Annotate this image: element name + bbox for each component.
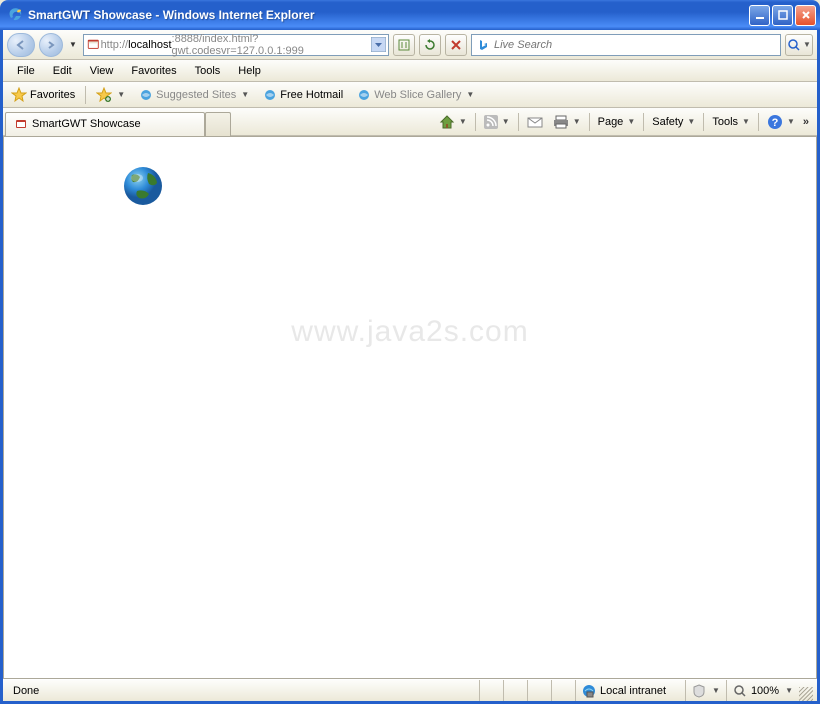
- print-button[interactable]: ▼: [549, 113, 585, 131]
- ie-page-icon: [139, 88, 153, 102]
- bing-icon: [476, 38, 490, 52]
- close-button[interactable]: [795, 5, 816, 26]
- compat-view-button[interactable]: [393, 34, 415, 56]
- svg-text:?: ?: [772, 117, 779, 129]
- url-prefix: http://: [101, 39, 129, 51]
- dropdown-icon: ▼: [466, 90, 474, 99]
- menu-bar: File Edit View Favorites Tools Help: [3, 60, 817, 82]
- url-host: localhost: [128, 39, 171, 51]
- menu-view[interactable]: View: [82, 63, 122, 79]
- zone-label: Local intranet: [600, 685, 666, 697]
- status-cell: [479, 680, 503, 701]
- page-menu[interactable]: Page▼: [594, 114, 640, 130]
- free-hotmail-link[interactable]: Free Hotmail: [259, 86, 347, 104]
- suggested-sites-label: Suggested Sites: [156, 89, 236, 101]
- menu-edit[interactable]: Edit: [45, 63, 80, 79]
- refresh-button[interactable]: [419, 34, 441, 56]
- shield-icon: [692, 684, 706, 698]
- status-cell: [551, 680, 575, 701]
- status-bar: Done Local intranet ▼ 100% ▼: [3, 679, 817, 701]
- separator: [85, 86, 86, 104]
- ie-page-icon: [263, 88, 277, 102]
- tab-active[interactable]: SmartGWT Showcase: [5, 112, 205, 136]
- safety-menu[interactable]: Safety▼: [648, 114, 699, 130]
- tab-title: SmartGWT Showcase: [32, 118, 141, 130]
- address-dropdown-icon[interactable]: [371, 37, 386, 52]
- globe-icon: [122, 165, 164, 207]
- watermark-text: www.java2s.com: [291, 315, 528, 349]
- search-input[interactable]: [494, 39, 776, 51]
- url-rest: :8888/index.html?gwt.codesvr=127.0.0.1:9…: [172, 33, 371, 57]
- forward-button[interactable]: [39, 33, 63, 57]
- window-body: ▼ http://localhost:8888/index.html?gwt.c…: [0, 30, 820, 704]
- star-icon: [11, 87, 27, 103]
- navigation-toolbar: ▼ http://localhost:8888/index.html?gwt.c…: [3, 30, 817, 60]
- dropdown-icon: ▼: [241, 90, 249, 99]
- web-slice-label: Web Slice Gallery: [374, 89, 461, 101]
- star-add-icon: [96, 87, 112, 103]
- zoom-icon: [733, 684, 747, 698]
- search-go-button[interactable]: ▼: [785, 34, 813, 56]
- page-content: www.java2s.com: [3, 136, 817, 679]
- stop-button[interactable]: [445, 34, 467, 56]
- add-favorite-button[interactable]: ▼: [92, 85, 129, 105]
- window-titlebar: SmartGWT Showcase - Windows Internet Exp…: [0, 0, 820, 30]
- resize-grip[interactable]: [799, 680, 813, 701]
- suggested-sites-link[interactable]: Suggested Sites ▼: [135, 86, 253, 104]
- command-bar: ▼ ▼ ▼ Page▼ Safety▼ Tools▼ ?▼ »: [435, 112, 815, 132]
- menu-help[interactable]: Help: [230, 63, 269, 79]
- read-mail-button[interactable]: [523, 113, 547, 131]
- zoom-value: 100%: [751, 685, 779, 697]
- favorites-button[interactable]: Favorites: [7, 85, 79, 105]
- favorites-label: Favorites: [30, 89, 75, 101]
- nav-history-dropdown[interactable]: ▼: [67, 40, 79, 49]
- feeds-button[interactable]: ▼: [480, 113, 514, 131]
- window-title: SmartGWT Showcase - Windows Internet Exp…: [28, 8, 749, 22]
- maximize-button[interactable]: [772, 5, 793, 26]
- ie-logo-icon: [8, 7, 24, 23]
- toolbar-overflow[interactable]: »: [801, 116, 811, 128]
- web-slice-gallery-link[interactable]: Web Slice Gallery ▼: [353, 86, 478, 104]
- status-cell: [527, 680, 551, 701]
- back-button[interactable]: [7, 33, 35, 57]
- security-zone[interactable]: Local intranet: [575, 680, 685, 701]
- help-button[interactable]: ?▼: [763, 112, 799, 132]
- menu-file[interactable]: File: [9, 63, 43, 79]
- status-text: Done: [7, 685, 45, 697]
- protected-mode-cell[interactable]: ▼: [685, 680, 726, 701]
- ie-page-icon: [357, 88, 371, 102]
- tab-icon: [14, 117, 28, 131]
- free-hotmail-label: Free Hotmail: [280, 89, 343, 101]
- zone-icon: [582, 684, 596, 698]
- dropdown-icon: ▼: [117, 90, 125, 99]
- new-tab-button[interactable]: [205, 112, 231, 136]
- minimize-button[interactable]: [749, 5, 770, 26]
- tab-bar: SmartGWT Showcase ▼ ▼ ▼ Page▼ Safety▼ To…: [3, 108, 817, 136]
- search-box[interactable]: [471, 34, 781, 56]
- menu-tools[interactable]: Tools: [187, 63, 229, 79]
- window-controls: [749, 5, 816, 26]
- tools-menu[interactable]: Tools▼: [708, 114, 754, 130]
- home-button[interactable]: ▼: [435, 112, 471, 132]
- address-bar[interactable]: http://localhost:8888/index.html?gwt.cod…: [83, 34, 389, 56]
- zoom-control[interactable]: 100% ▼: [726, 680, 799, 701]
- favorites-toolbar: Favorites ▼ Suggested Sites ▼ Free Hotma…: [3, 82, 817, 108]
- menu-favorites[interactable]: Favorites: [123, 63, 184, 79]
- site-icon: [86, 37, 101, 53]
- status-cell: [503, 680, 527, 701]
